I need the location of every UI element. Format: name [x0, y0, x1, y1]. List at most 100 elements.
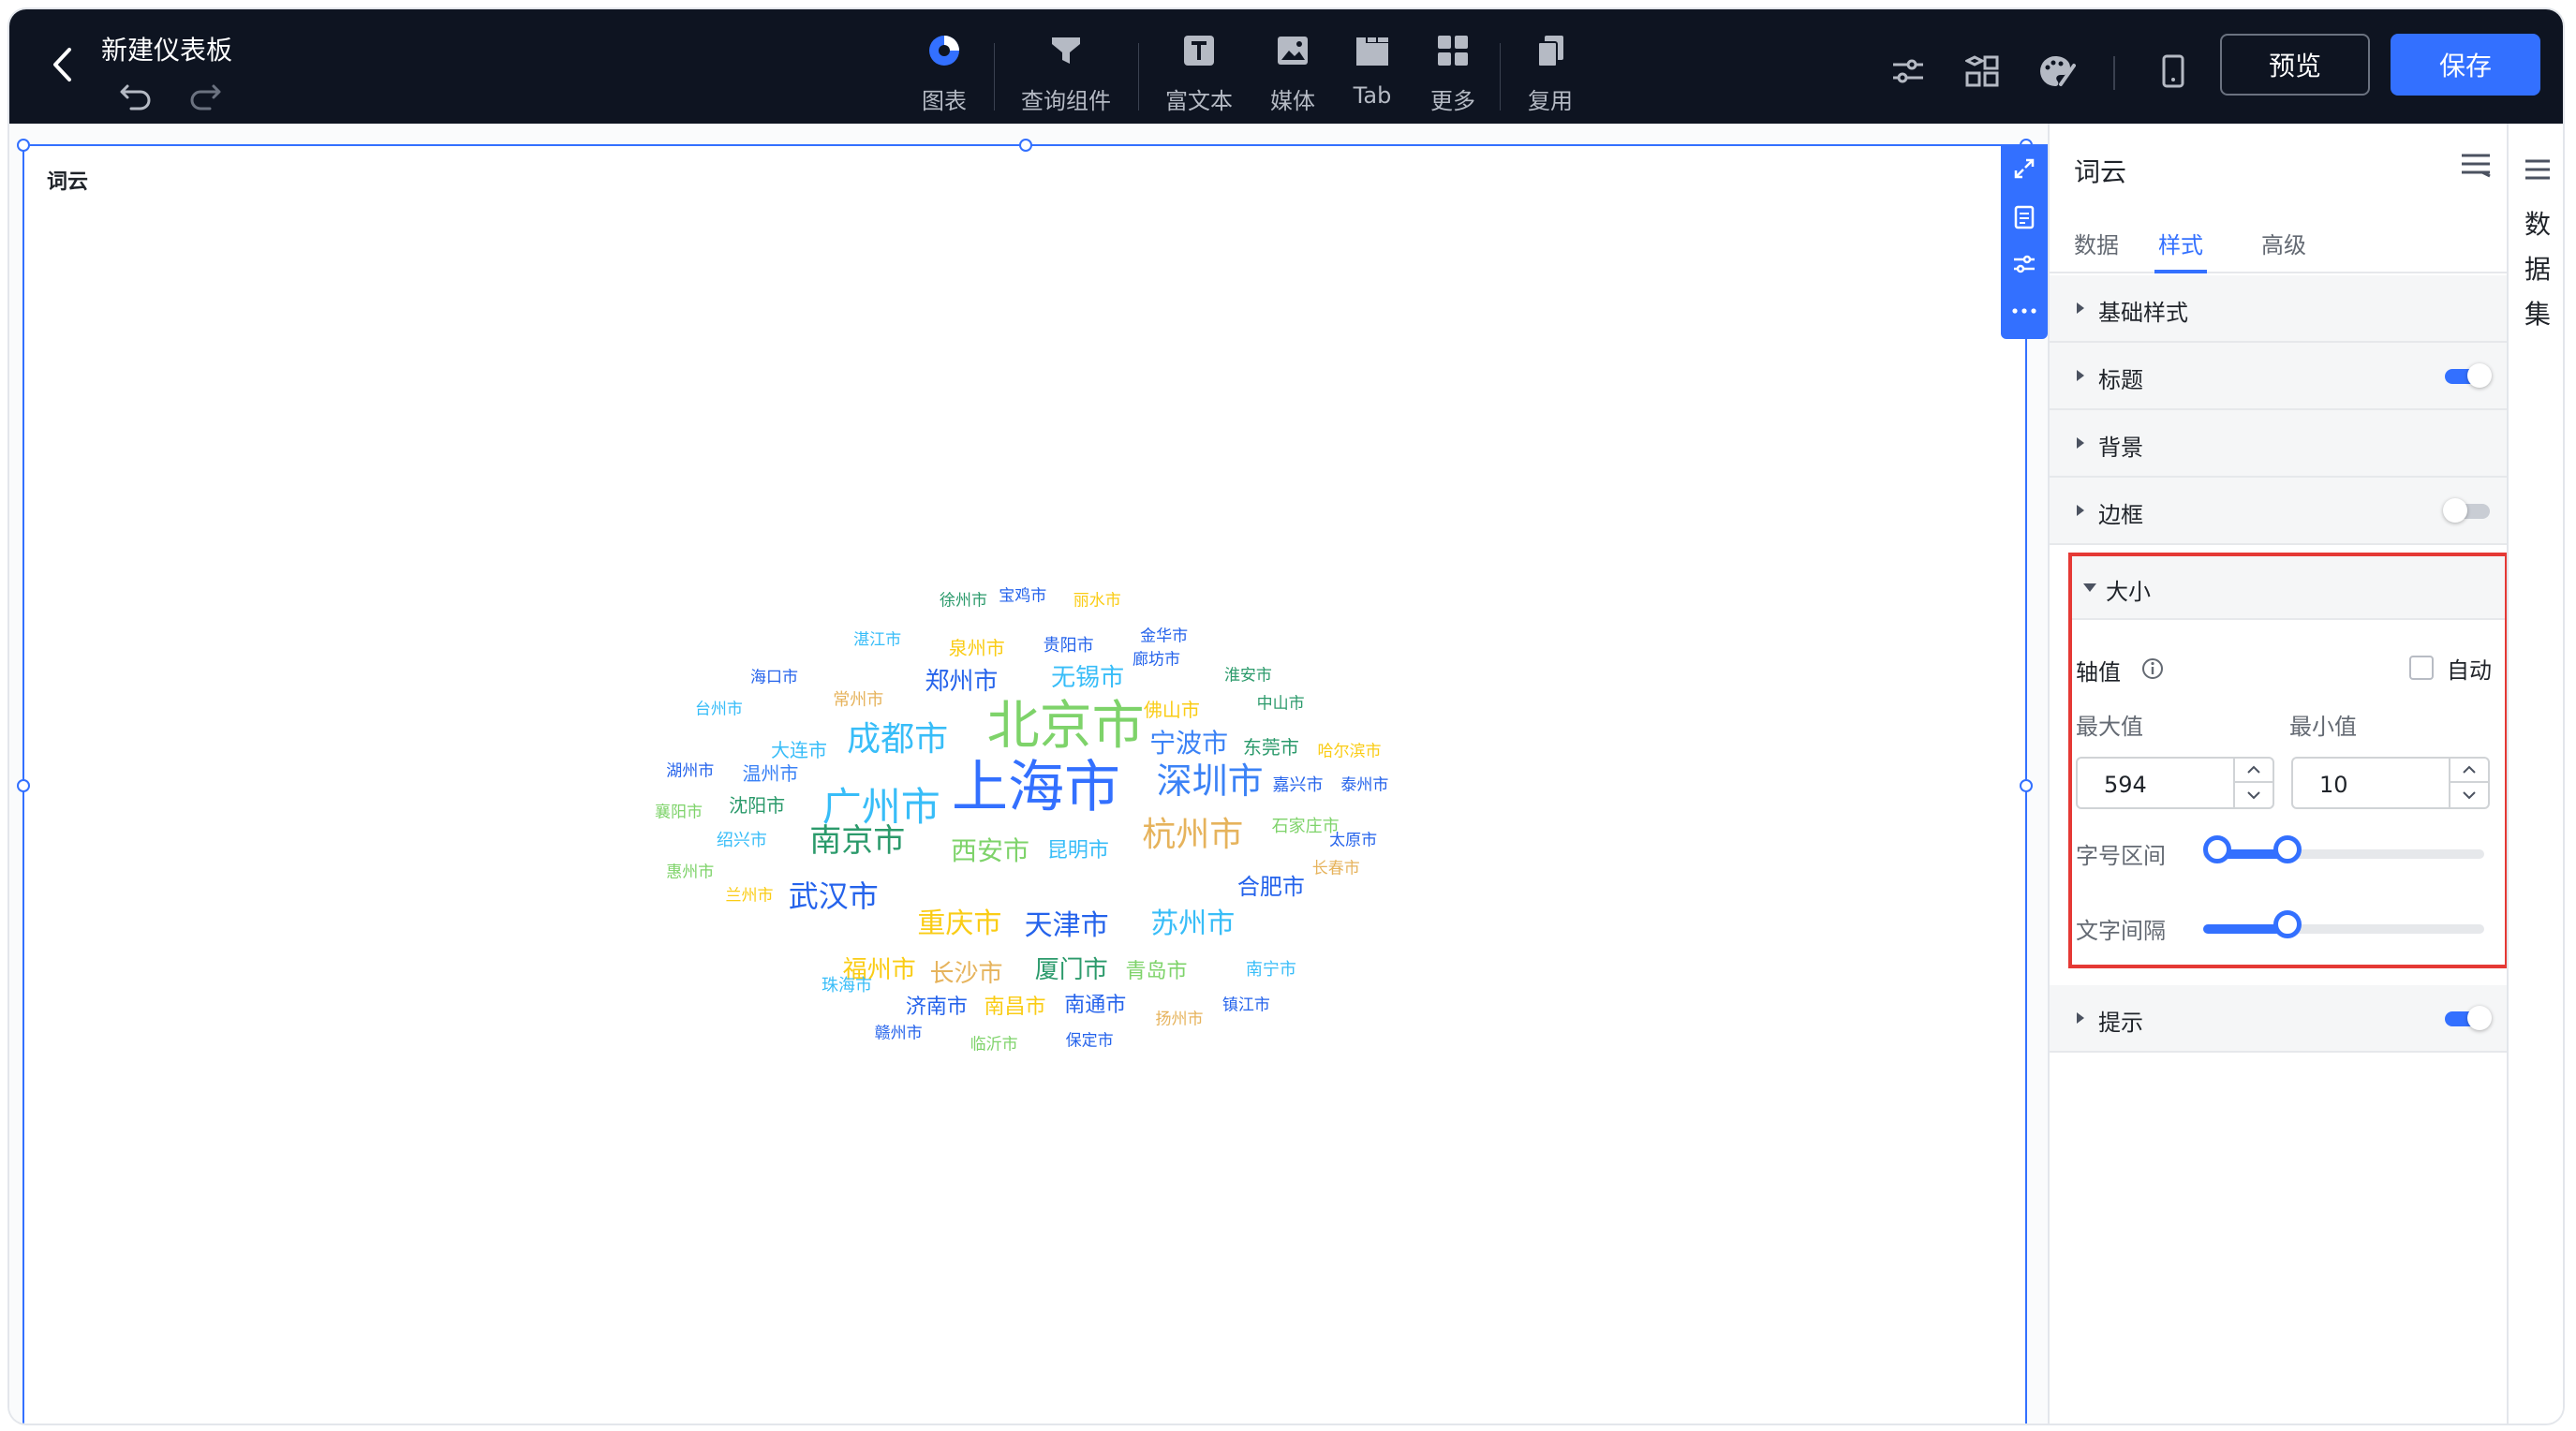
title-toggle[interactable]: [2445, 363, 2492, 388]
text-spacing-label: 文字间隔: [2076, 918, 2166, 944]
toolbar-divider: [994, 43, 995, 111]
dataset-label-char: 据: [2524, 254, 2551, 285]
word-cloud-word: 厦门市: [1034, 955, 1108, 984]
widget-settings-button[interactable]: [2011, 251, 2037, 277]
decrement-button[interactable]: [2235, 783, 2273, 807]
wordcloud-widget[interactable]: 词云 上海市 北京市 广州市 深圳市 成都市 杭州市 南京市 武汉市 重庆市 天津市 苏州市 西安市宁…: [17, 139, 2048, 1424]
increment-button[interactable]: [2235, 759, 2273, 783]
panel-tabs: 数据 样式 高级: [2050, 208, 2509, 273]
expand-button[interactable]: [2011, 155, 2037, 182]
more-options-button[interactable]: [2011, 298, 2037, 324]
word-cloud-word: 南宁市: [1245, 959, 1296, 980]
word-cloud-word: 金华市: [1140, 627, 1189, 646]
chevron-up-icon: [2463, 765, 2476, 774]
word-cloud-word: 丽水市: [1073, 591, 1121, 611]
panel-collapse-button[interactable]: [2460, 152, 2492, 180]
border-toggle[interactable]: [2443, 498, 2490, 523]
tool-media-label: 媒体: [1270, 88, 1315, 114]
section-label: 大小: [2106, 579, 2151, 605]
tab-data[interactable]: 数据: [2074, 227, 2119, 259]
caret-right-icon: [2072, 502, 2089, 519]
word-cloud-word: 合肥市: [1236, 873, 1305, 900]
section-label: 标题: [2098, 367, 2143, 393]
word-cloud-word: 惠州市: [666, 863, 715, 882]
max-value-text: 594: [2104, 772, 2147, 798]
tool-reuse[interactable]: 复用: [1499, 32, 1602, 116]
toggle-knob: [2467, 363, 2492, 388]
tool-more-label: 更多: [1430, 88, 1475, 114]
word-cloud-word: 湛江市: [853, 630, 902, 650]
tool-query-component[interactable]: 查询组件: [1014, 32, 1118, 116]
caret-right-icon: [2072, 300, 2089, 317]
tab-icon: [1354, 32, 1391, 69]
tool-rich-text[interactable]: 富文本: [1147, 32, 1251, 116]
layout-button[interactable]: [1963, 52, 2001, 90]
word-cloud-word: 台州市: [694, 700, 743, 719]
section-tooltip[interactable]: 提示: [2050, 985, 2509, 1053]
section-title[interactable]: 标题: [2050, 343, 2509, 410]
image-icon: [1274, 32, 1311, 69]
auto-label: 自动: [2447, 657, 2492, 684]
text-spacing-thumb[interactable]: [2273, 910, 2302, 938]
menu-icon: [2525, 159, 2550, 180]
font-range-max-thumb[interactable]: [2273, 835, 2302, 863]
word-cloud-word: 泉州市: [948, 637, 1005, 660]
dataset-rail[interactable]: 数 据 集: [2507, 124, 2563, 1424]
word-cloud-word: 南通市: [1064, 994, 1127, 1017]
back-button[interactable]: [41, 41, 82, 88]
dashboard-title[interactable]: 新建仪表板: [101, 30, 232, 67]
word-cloud-word: 泰州市: [1340, 775, 1389, 795]
section-background[interactable]: 背景: [2050, 410, 2509, 478]
caret-down-icon: [2081, 579, 2098, 596]
word-cloud-word: 宝鸡市: [999, 586, 1047, 606]
dataset-label-char: 数: [2524, 209, 2551, 240]
decrement-button[interactable]: [2450, 783, 2488, 807]
info-icon[interactable]: [2141, 657, 2164, 680]
top-bar: 新建仪表板 图表 查询组件 富文本 媒体 Tab 更多 复用 预览 保存: [9, 9, 2563, 124]
sliders-icon: [2014, 255, 2035, 273]
pie-chart-icon: [925, 32, 963, 69]
sliders-icon: [1893, 59, 1923, 83]
word-cloud-word: 杭州市: [1142, 815, 1244, 854]
notes-button[interactable]: [2011, 204, 2037, 230]
section-border[interactable]: 边框: [2050, 478, 2509, 545]
section-basic-style[interactable]: 基础样式: [2050, 275, 2509, 343]
tool-more[interactable]: 更多: [1401, 32, 1504, 116]
undo-button[interactable]: [118, 79, 154, 111]
word-cloud-word: 长沙市: [929, 960, 1003, 989]
mobile-icon: [2162, 54, 2184, 88]
tool-chart[interactable]: 图表: [893, 32, 996, 116]
word-cloud-word: 徐州市: [939, 591, 987, 611]
save-button[interactable]: 保存: [2391, 34, 2540, 96]
redo-icon: [190, 84, 221, 111]
tool-tab-label: Tab: [1353, 82, 1392, 109]
theme-button[interactable]: [2038, 52, 2076, 90]
increment-button[interactable]: [2450, 759, 2488, 783]
axis-value-label: 轴值: [2076, 659, 2121, 686]
word-cloud-word: 温州市: [742, 761, 799, 785]
preview-button[interactable]: 预览: [2220, 34, 2370, 96]
undo-icon: [120, 84, 151, 111]
word-cloud-word: 绍兴市: [716, 831, 767, 851]
word-cloud-word: 无锡市: [1051, 664, 1125, 693]
settings-sliders-button[interactable]: [1889, 52, 1927, 90]
tooltip-toggle[interactable]: [2445, 1006, 2492, 1030]
tab-advanced[interactable]: 高级: [2261, 227, 2306, 259]
palette-icon: [2040, 56, 2076, 86]
size-section-header[interactable]: 大小: [2072, 556, 2505, 620]
active-tab-indicator: [2154, 270, 2207, 273]
tab-style[interactable]: 样式: [2158, 227, 2203, 259]
mobile-view-button[interactable]: [2154, 52, 2192, 90]
copy-icon: [1532, 32, 1569, 69]
app-window: 新建仪表板 图表 查询组件 富文本 媒体 Tab 更多 复用 预览 保存 词云 …: [9, 9, 2563, 1424]
max-value-input[interactable]: 594: [2076, 757, 2274, 809]
auto-checkbox[interactable]: [2409, 656, 2434, 680]
filter-icon: [1047, 32, 1085, 69]
chevron-down-icon: [2247, 791, 2260, 800]
redo-button[interactable]: [187, 79, 223, 111]
min-value-input[interactable]: 10: [2291, 757, 2490, 809]
section-label: 边框: [2098, 502, 2143, 528]
stepper: [2449, 759, 2488, 807]
font-range-min-thumb[interactable]: [2203, 835, 2231, 863]
word-cloud-word: 湖州市: [666, 761, 715, 781]
